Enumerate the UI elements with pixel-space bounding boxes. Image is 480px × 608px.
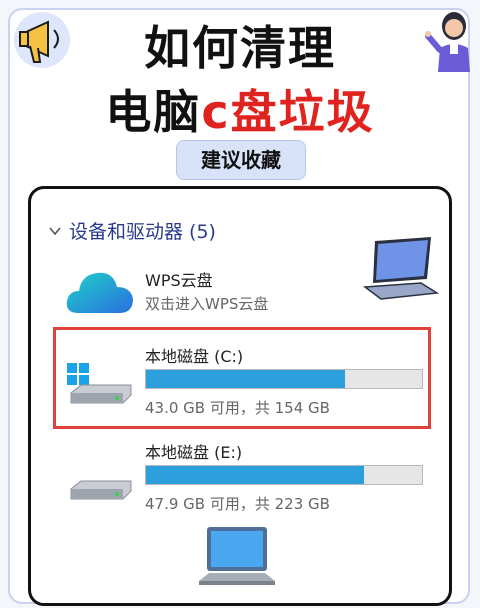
wps-cloud-icon bbox=[66, 272, 133, 313]
drive-icon bbox=[70, 480, 132, 500]
drive-e-usage-text: 47.9 GB 可用，共 223 GB bbox=[145, 495, 330, 513]
wps-cloud-subtitle: 双击进入WPS云盘 bbox=[145, 295, 269, 313]
title-line-2-highlight: c盘垃圾 bbox=[201, 85, 375, 139]
drive-e-usage-fill bbox=[146, 466, 365, 484]
wps-cloud-item[interactable]: WPS云盘 双击进入WPS云盘 bbox=[31, 263, 449, 323]
title-line-2-prefix: 电脑 bbox=[105, 85, 202, 139]
explorer-panel: 设备和驱动器 (5) WPS云盘 双击进入WPS云盘 本地磁盘 (C:) 43.… bbox=[28, 186, 452, 606]
title-line-2: 电脑c盘垃圾 bbox=[0, 76, 480, 142]
devices-section-header[interactable]: 设备和驱动器 (5) bbox=[49, 217, 216, 244]
drive-e-item[interactable]: 本地磁盘 (E:) 47.9 GB 可用，共 223 GB bbox=[31, 425, 449, 515]
chevron-down-icon[interactable] bbox=[49, 225, 61, 237]
save-badge: 建议收藏 bbox=[176, 140, 306, 180]
drive-e-usage-bar bbox=[145, 465, 423, 485]
drive-c-highlight-box bbox=[53, 327, 431, 429]
drive-e-name: 本地磁盘 (E:) bbox=[145, 443, 243, 462]
wps-cloud-name: WPS云盘 bbox=[145, 271, 213, 290]
section-title: 设备和驱动器 (5) bbox=[69, 221, 216, 243]
computer-icon bbox=[199, 527, 275, 585]
title-line-1: 如何清理 bbox=[144, 21, 336, 75]
